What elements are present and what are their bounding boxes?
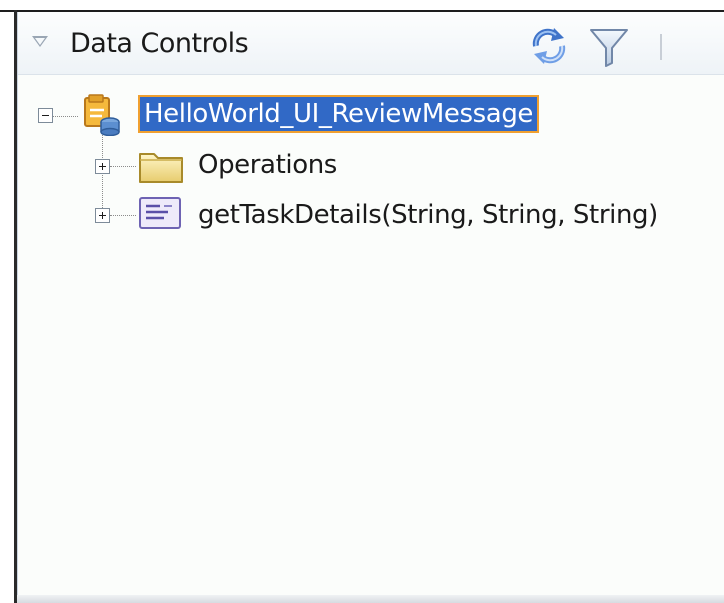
tree-node-label[interactable]: getTaskDetails(String, String, String) (198, 200, 658, 230)
tree-node-get-task-details[interactable]: getTaskDetails(String, String, String) (18, 190, 724, 240)
data-controls-window: Data Controls HelloWorld_UI_ReviewMessag… (0, 0, 724, 603)
panel-title: Data Controls (70, 28, 249, 59)
panel-header: Data Controls (18, 12, 724, 75)
tree-node-operations[interactable]: Operations (18, 140, 724, 190)
filter-icon[interactable] (588, 26, 630, 68)
data-control-icon (84, 94, 120, 136)
data-controls-tree: HelloWorld_UI_ReviewMessage Operations g… (18, 74, 724, 603)
folder-icon (139, 153, 183, 183)
tree-node-label[interactable]: HelloWorld_UI_ReviewMessage (138, 95, 540, 133)
collapse-toggle-icon[interactable] (38, 108, 53, 123)
toolbar-separator (660, 34, 662, 60)
expand-toggle-icon[interactable] (95, 159, 110, 174)
panel-bottom-edge (17, 595, 724, 603)
tree-node-root[interactable]: HelloWorld_UI_ReviewMessage (18, 74, 724, 136)
data-controls-panel: Data Controls HelloWorld_UI_ReviewMessag… (17, 12, 724, 603)
expand-toggle-icon[interactable] (95, 208, 110, 223)
tree-node-label[interactable]: Operations (198, 150, 337, 180)
method-icon (139, 197, 181, 229)
refresh-icon[interactable] (528, 26, 570, 66)
collapse-triangle-icon[interactable] (32, 36, 48, 47)
